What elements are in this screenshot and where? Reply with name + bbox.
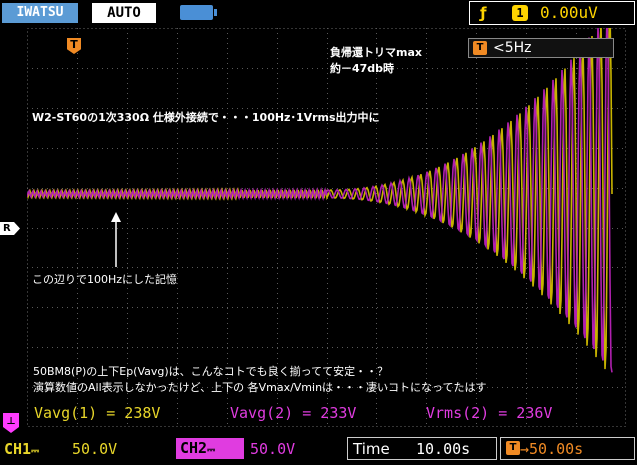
ch2-scale[interactable]: 50.0V: [250, 440, 295, 458]
delay-value: →50.00s: [520, 440, 584, 458]
channel-ground-marker[interactable]: ⊥: [3, 413, 19, 433]
delay-icon: T: [506, 441, 520, 455]
ch2-label[interactable]: CH2⎓: [176, 438, 244, 459]
annotation-feedback-trimmer: 負帰還トリマmax: [330, 46, 422, 59]
annotation-bottom-line-1: 50BM8(P)の上下Ep(Vavg)は、こんなコトでも良く揃ってて安定・・？: [33, 365, 389, 378]
ch1-label[interactable]: CH1⎓: [4, 440, 39, 458]
trigger-mode-badge[interactable]: AUTO: [92, 3, 156, 23]
annotation-bottom-line-2: 演算数値のAll表示しなかったけど、上下の 各Vmax/Vminは・・・凄いコト…: [33, 381, 487, 394]
ch1-scale[interactable]: 50.0V: [72, 440, 117, 458]
timebase-label: Time: [353, 440, 390, 458]
timebase-value: 10.00s: [416, 440, 471, 458]
measurement-vavg-ch2: Vavg(2) = 233V: [230, 404, 357, 422]
reference-marker[interactable]: R: [0, 222, 20, 235]
filter-indicator[interactable]: <5Hz: [468, 38, 614, 58]
battery-icon: [180, 5, 217, 20]
filter-icon: T: [473, 41, 487, 55]
annotation-arrow-note: この辺りで100Hzにした記憶: [32, 273, 178, 286]
measurement-vrms-ch2: Vrms(2) = 236V: [426, 404, 553, 422]
annotation-headline: W2-ST60の1次330Ω 仕様外接続で・・・100Hz･1Vrms出力中に: [32, 111, 380, 124]
trigger-level-value: 0.00uV: [540, 3, 598, 22]
trigger-source-badge: 1: [512, 5, 528, 21]
brand-logo: IWATSU: [2, 3, 78, 23]
rising-edge-icon: ƒ: [480, 4, 487, 22]
measurement-vavg-ch1: Vavg(1) = 238V: [34, 404, 161, 422]
oscilloscope-screen: IWATSU AUTO ƒ 1 0.00uV T R ⊥ <5Hz T 負帰還ト…: [0, 0, 637, 465]
waveform-traces: [27, 28, 613, 373]
ch2-trace: [27, 28, 613, 373]
annotation-attenuation: 約－47db時: [330, 62, 395, 75]
arrow-icon: [111, 212, 121, 267]
